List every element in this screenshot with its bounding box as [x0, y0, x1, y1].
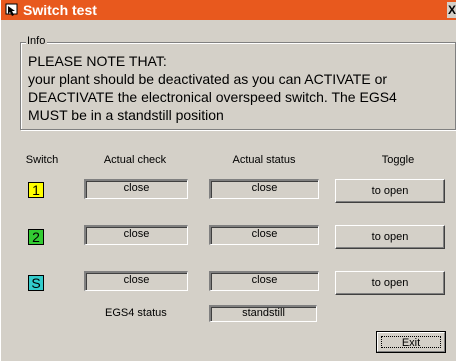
switch-test-window: Switch test X Info PLEASE NOTE THAT: you…	[0, 0, 456, 361]
info-line-1: PLEASE NOTE THAT:	[28, 53, 167, 69]
switch-1-actual-status: close	[209, 179, 319, 199]
exit-button-bevel[interactable]: Exit	[377, 332, 445, 352]
switch-1-indicator: 1	[28, 182, 44, 198]
close-button[interactable]: X	[447, 2, 456, 18]
title-bar[interactable]: Switch test X	[1, 0, 456, 20]
switch-s-indicator: S	[28, 275, 44, 291]
header-switch: Switch	[25, 154, 59, 166]
exit-button-label[interactable]: Exit	[381, 336, 441, 349]
egs4-status-value: standstill	[209, 305, 317, 322]
info-line-4: MUST be in a standstill position	[28, 107, 224, 123]
info-line-2: your plant should be deactivated as you …	[28, 71, 388, 87]
header-toggle: Toggle	[381, 154, 415, 166]
switch-s-actual-status: close	[209, 271, 319, 291]
header-actual-status: Actual status	[232, 154, 296, 166]
switch-s-actual-check: close	[84, 271, 188, 291]
switch-2-indicator: 2	[28, 229, 44, 245]
header-actual-check: Actual check	[103, 154, 167, 166]
egs4-status-label: EGS4 status	[105, 307, 167, 319]
switch-1-actual-check: close	[84, 179, 188, 199]
switch-2-toggle-button[interactable]: to open	[335, 225, 445, 249]
switch-2-actual-check: close	[84, 225, 188, 245]
switch-2-actual-status: close	[209, 225, 319, 245]
info-legend: Info	[26, 35, 48, 47]
info-line-3: DEACTIVATE the electronical overspeed sw…	[28, 89, 397, 105]
exit-button[interactable]: Exit	[376, 331, 446, 353]
window-title: Switch test	[23, 2, 97, 18]
close-icon[interactable]: X	[448, 3, 456, 17]
cursor-icon	[5, 3, 21, 17]
switch-s-toggle-button[interactable]: to open	[335, 271, 445, 295]
switch-1-toggle-button[interactable]: to open	[335, 179, 445, 203]
